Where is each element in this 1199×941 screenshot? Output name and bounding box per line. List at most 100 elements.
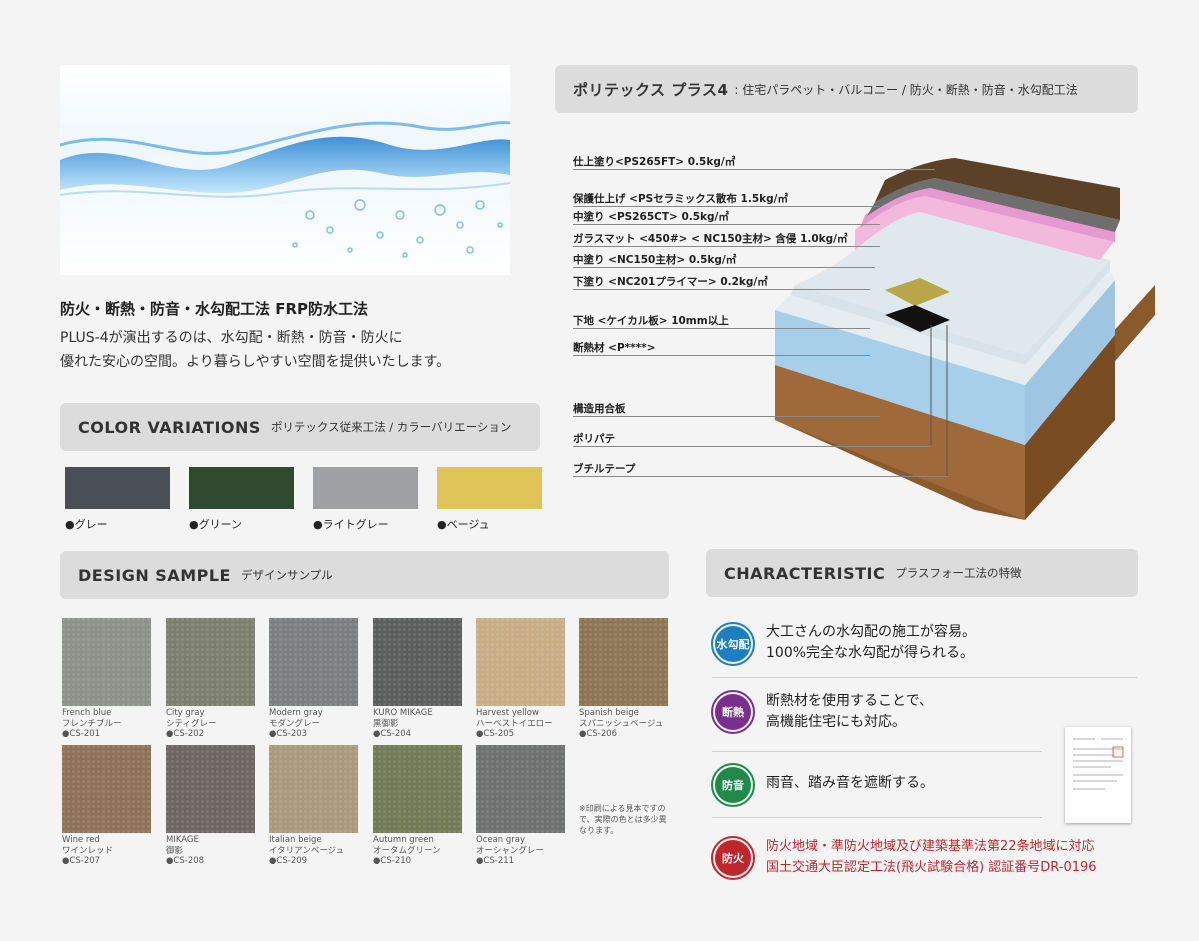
color-variations-header: COLOR VARIATIONS ポリテックス従来工法 / カラーバリエーション xyxy=(60,403,540,451)
design-sample-caption: Harvest yellow ハーベストイエロー ●CS-205 xyxy=(476,708,576,740)
characteristic-subtitle: プラスフォー工法の特徴 xyxy=(895,566,1022,580)
layer-leader-line xyxy=(573,224,880,225)
layer-label: ポリパテ xyxy=(573,433,615,445)
intro-title: 防火・断熱・防音・水勾配工法 FRP防水工法 xyxy=(60,300,369,318)
layer-label: 下塗り <NC201プライマー> 0.2kg/㎡ xyxy=(573,276,768,288)
design-sample-en: MIKAGE xyxy=(166,835,199,845)
color-variations-subtitle: ポリテックス従来工法 / カラーバリエーション xyxy=(270,420,512,434)
design-sample-en: Modern gray xyxy=(269,708,323,718)
design-sample-caption: Spanish beige スパニッシュベージュ ●CS-206 xyxy=(579,708,679,740)
layer-label: ガラスマット <450#> < NC150主材> 含侵 1.0kg/㎡ xyxy=(573,233,848,245)
design-sample-ja: オーシャングレー xyxy=(476,845,544,856)
design-sample-tile xyxy=(476,745,565,833)
design-sample-code: ●CS-208 xyxy=(166,856,205,866)
layer-leader-line xyxy=(573,267,875,268)
characteristic-line-2: 高機能住宅にも対応。 xyxy=(766,714,906,730)
characteristic-line-2: 100%完全な水勾配が得られる。 xyxy=(766,645,975,661)
design-sample-code: ●CS-205 xyxy=(476,729,515,739)
layer-leader-line xyxy=(573,328,870,329)
design-sample-tile xyxy=(373,745,462,833)
color-swatch-label: ●ベージュ xyxy=(437,518,490,531)
layer-label: 中塗り <NC150主材> 0.5kg/㎡ xyxy=(573,254,737,266)
characteristic-line-1: 雨音、踏み音を遮断する。 xyxy=(766,775,934,791)
color-swatch-label: ●グリーン xyxy=(189,518,243,531)
layer-leader-line xyxy=(573,446,930,447)
layer-leader-line xyxy=(573,246,880,247)
design-sample-code: ●CS-201 xyxy=(62,729,101,739)
characteristic-divider xyxy=(712,677,1137,678)
characteristic-badge: 防火 xyxy=(711,836,755,880)
design-sample-code: ●CS-203 xyxy=(269,729,308,739)
design-sample-tile xyxy=(579,618,668,706)
diagram-header: ポリテックス プラス4 : 住宅パラペット・バルコニー / 防火・断熱・防音・水… xyxy=(555,65,1138,113)
certificate-thumbnail xyxy=(1065,727,1131,823)
design-sample-code: ●CS-202 xyxy=(166,729,205,739)
characteristic-badge-label: 防火 xyxy=(715,840,751,876)
design-sample-en: Autumn green xyxy=(373,835,434,845)
color-variations-title: COLOR VARIATIONS xyxy=(78,417,261,437)
water-splash-image xyxy=(60,65,510,275)
design-sample-caption: Modern gray モダングレー ●CS-203 xyxy=(269,708,369,740)
design-sample-caption: French blue フレンチブルー ●CS-201 xyxy=(62,708,162,740)
characteristic-line-1: 断熱材を使用することで、 xyxy=(766,693,934,709)
design-sample-header: DESIGN SAMPLE デザインサンプル xyxy=(60,551,669,599)
design-sample-caption: MIKAGE 御影 ●CS-208 xyxy=(166,835,266,867)
intro-line-1: PLUS-4が演出するのは、水勾配・断熱・防音・防火に xyxy=(60,330,403,346)
design-sample-ja: 御影 xyxy=(166,845,184,856)
design-sample-en: Harvest yellow xyxy=(476,708,539,718)
print-note: ※印刷による見本ですので、実際の色とは多少異なります。 xyxy=(579,804,667,835)
color-swatch-label: ●グレー xyxy=(65,518,108,531)
water-wave-graphic xyxy=(60,121,510,258)
characteristic-text: 防火地域・準防火地域及び建築基準法第22条地域に対応 国土交通大臣認定工法(飛火試… xyxy=(766,836,1097,878)
design-sample-code: ●CS-209 xyxy=(269,856,308,866)
layer-label: 下地 <ケイカル板> 10mm以上 xyxy=(573,315,729,327)
design-sample-title: DESIGN SAMPLE xyxy=(78,565,231,585)
design-sample-tile xyxy=(269,618,358,706)
layer-label: ブチルテープ xyxy=(573,463,636,475)
layer-label: 仕上塗り<PS265FT> 0.5kg/㎡ xyxy=(573,156,736,168)
design-sample-ja: フレンチブルー xyxy=(62,718,122,729)
characteristic-badge: 断熱 xyxy=(711,690,755,734)
design-sample-tile xyxy=(62,745,151,833)
design-sample-ja: ワインレッド xyxy=(62,845,114,856)
design-sample-ja: モダングレー xyxy=(269,718,321,729)
design-sample-code: ●CS-210 xyxy=(373,856,412,866)
color-swatch xyxy=(437,467,542,509)
characteristic-text: 断熱材を使用することで、 高機能住宅にも対応。 xyxy=(766,691,933,733)
layer-label: 構造用合板 xyxy=(573,403,626,415)
color-swatch xyxy=(313,467,418,509)
design-sample-tile xyxy=(373,618,462,706)
design-sample-en: Spanish beige xyxy=(579,708,639,718)
characteristic-line-2: 国土交通大臣認定工法(飛火試験合格) 認証番号DR-0196 xyxy=(766,860,1097,875)
design-sample-caption: KURO MIKAGE 黒御影 ●CS-204 xyxy=(373,708,473,740)
design-sample-en: Wine red xyxy=(62,835,100,845)
diagram-subtitle: : 住宅パラペット・バルコニー / 防火・断熱・防音・水勾配工法 xyxy=(734,82,1078,97)
characteristic-badge-label: 水勾配 xyxy=(715,626,751,662)
design-sample-code: ●CS-211 xyxy=(476,856,515,866)
design-sample-ja: ハーベストイエロー xyxy=(476,718,553,729)
design-sample-caption: Autumn green オータムグリーン ●CS-210 xyxy=(373,835,473,867)
design-sample-en: Italian beige xyxy=(269,835,322,845)
layer-leader-line xyxy=(573,206,880,207)
design-sample-tile xyxy=(166,618,255,706)
design-sample-en: Ocean gray xyxy=(476,835,526,845)
design-sample-code: ●CS-204 xyxy=(373,729,412,739)
layer-leader-line xyxy=(573,355,870,356)
design-sample-caption: Italian beige イタリアンベージュ ●CS-209 xyxy=(269,835,369,867)
diagram-title: ポリテックス プラス4 xyxy=(573,80,729,99)
characteristic-divider xyxy=(712,751,1042,752)
design-sample-en: City gray xyxy=(166,708,205,718)
color-swatch xyxy=(65,467,170,509)
layer-label: 断熱材 <P****> xyxy=(573,342,656,354)
design-sample-ja: スパニッシュベージュ xyxy=(579,718,664,729)
design-sample-tile xyxy=(166,745,255,833)
layer-leader-line xyxy=(573,289,870,290)
design-sample-subtitle: デザインサンプル xyxy=(240,568,333,582)
layer-label: 中塗り <PS265CT> 0.5kg/㎡ xyxy=(573,211,729,223)
intro-body: PLUS-4が演出するのは、水勾配・断熱・防音・防火に 優れた安心の空間。より暮… xyxy=(60,326,530,374)
characteristic-text: 雨音、踏み音を遮断する。 xyxy=(766,773,934,794)
characteristic-badge-label: 防音 xyxy=(715,767,751,803)
characteristic-line-1: 防火地域・準防火地域及び建築基準法第22条地域に対応 xyxy=(766,839,1095,854)
characteristic-badge: 防音 xyxy=(711,763,755,807)
layer-leader-line xyxy=(573,476,948,477)
